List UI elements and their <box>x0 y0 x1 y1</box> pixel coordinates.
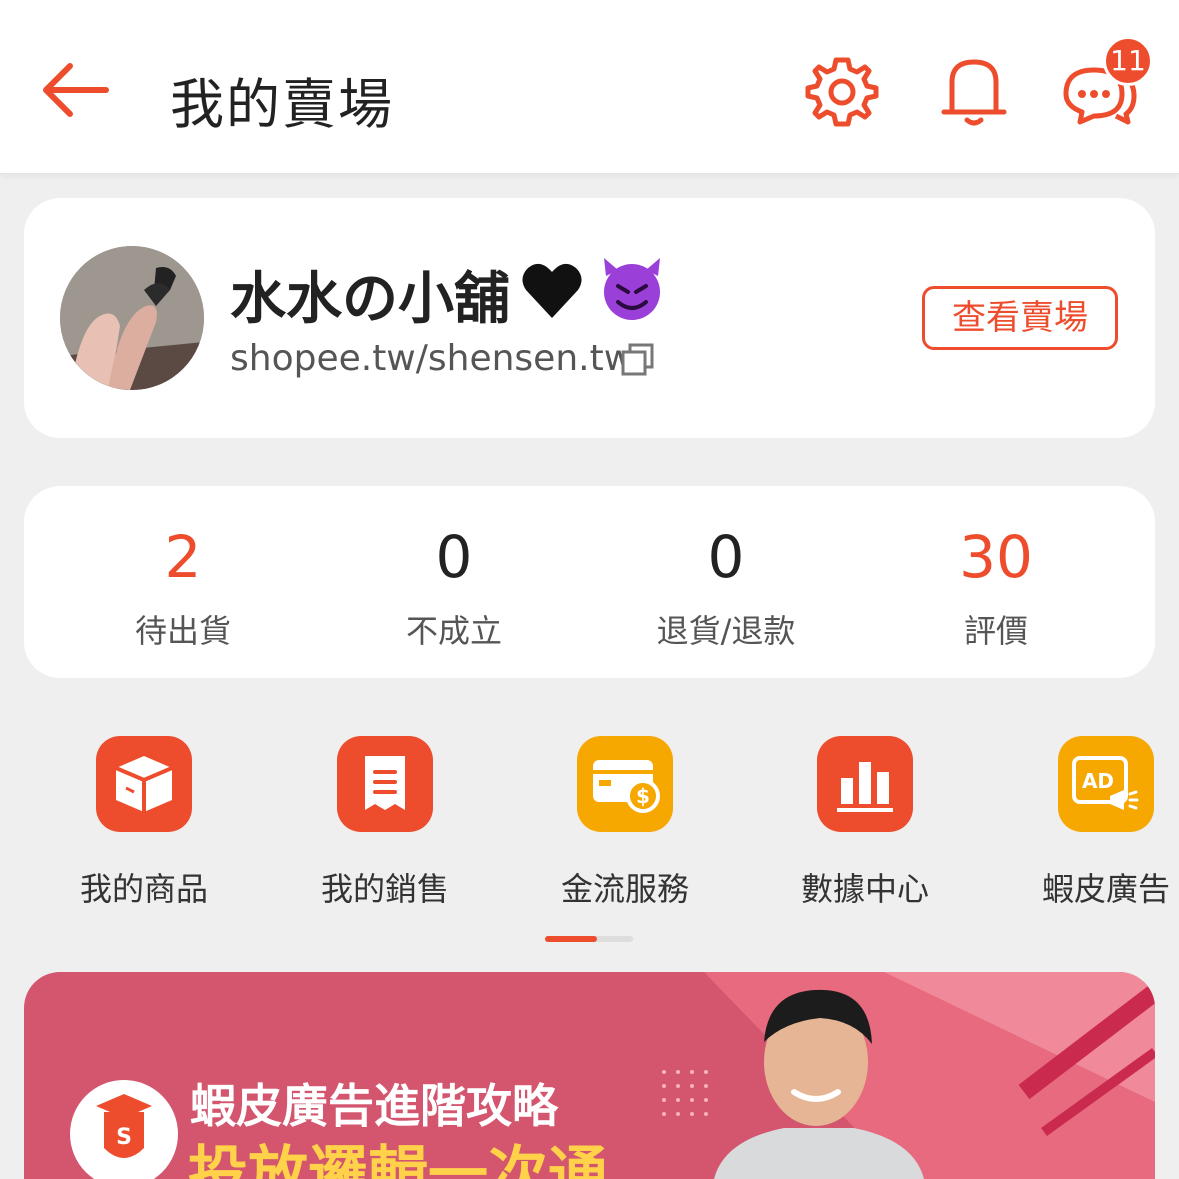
promo-banner[interactable]: S 蝦皮廣告進階攻略 投放邏輯一次通 <box>24 972 1155 1179</box>
stat-returns[interactable]: 0 退貨/退款 <box>601 522 851 652</box>
shortcut-label: 金流服務 <box>560 870 689 908</box>
ad-megaphone-icon: AD <box>1058 736 1154 832</box>
settings-gear-icon[interactable] <box>802 52 882 132</box>
copy-icon[interactable] <box>620 342 656 378</box>
top-app-bar: 我的賣場 11 <box>0 0 1179 174</box>
shortcut-my-sales[interactable]: 我的銷售 <box>265 736 505 910</box>
stat-label: 評價 <box>963 612 1028 650</box>
shortcut-data-center[interactable]: 數據中心 <box>745 736 985 910</box>
heart-and-devil-emoji <box>520 254 670 324</box>
bar-chart-icon <box>817 736 913 832</box>
stat-value: 0 <box>435 523 473 591</box>
shop-url: shopee.tw/shensen.tw <box>230 338 634 379</box>
shortcut-label: 我的商品 <box>79 870 208 908</box>
page-title: 我的賣場 <box>170 73 394 136</box>
wallet-icon: $ <box>577 736 673 832</box>
stat-label: 不成立 <box>405 612 502 650</box>
scroll-indicator-thumb <box>545 936 597 942</box>
svg-text:AD: AD <box>1082 769 1114 793</box>
order-stats-card: 2 待出貨 0 不成立 0 退貨/退款 30 評價 <box>24 486 1155 678</box>
shortcut-payment-services[interactable]: $ 金流服務 <box>505 736 745 910</box>
back-arrow-icon[interactable] <box>36 52 116 128</box>
svg-text:S: S <box>116 1125 132 1150</box>
shop-info-card: 水水の小舖 shopee.tw/shensen.tw 查看賣場 <box>24 198 1155 438</box>
shortcut-my-products[interactable]: 我的商品 <box>24 736 264 910</box>
stat-value: 30 <box>959 523 1033 591</box>
box-icon <box>96 736 192 832</box>
stat-reviews[interactable]: 30 評價 <box>871 522 1121 652</box>
shortcut-scroll-indicator <box>545 936 633 942</box>
svg-text:$: $ <box>636 784 650 808</box>
chat-unread-badge: 11 <box>1103 36 1153 86</box>
receipt-icon <box>337 736 433 832</box>
view-shop-button[interactable]: 查看賣場 <box>922 286 1118 350</box>
stat-to-ship[interactable]: 2 待出貨 <box>58 522 308 652</box>
shortcut-shopee-ads[interactable]: AD 蝦皮廣告 <box>986 736 1179 910</box>
shortcut-label: 數據中心 <box>800 870 929 908</box>
stat-cancelled[interactable]: 0 不成立 <box>329 522 579 652</box>
shop-avatar[interactable] <box>60 246 204 390</box>
stat-label: 退貨/退款 <box>656 612 796 650</box>
banner-subtitle: 投放邏輯一次通 <box>188 1140 608 1179</box>
shop-name: 水水の小舖 <box>230 267 510 332</box>
notification-bell-icon[interactable] <box>934 52 1014 132</box>
shortcut-label: 我的銷售 <box>320 870 449 908</box>
stat-value: 2 <box>164 523 202 591</box>
stat-label: 待出貨 <box>134 612 231 650</box>
shortcut-label: 蝦皮廣告 <box>1041 870 1170 908</box>
stat-value: 0 <box>707 523 745 591</box>
